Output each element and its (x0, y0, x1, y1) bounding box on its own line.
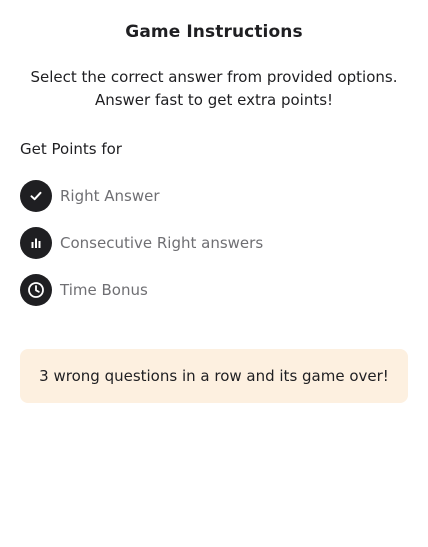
game-over-warning: 3 wrong questions in a row and its game … (20, 349, 408, 403)
intro-line-2: Answer fast to get extra points! (94, 91, 334, 109)
warning-text: 3 wrong questions in a row and its game … (39, 367, 389, 385)
points-list: Right Answer Consecutive Right answers T… (20, 180, 263, 321)
intro-line-1: Select the correct answer from provided … (30, 68, 398, 86)
points-heading: Get Points for (20, 140, 122, 158)
clock-icon (20, 274, 52, 306)
list-item-right-answer: Right Answer (20, 180, 263, 212)
game-instructions-screen: Game Instructions Select the correct ans… (0, 0, 428, 547)
list-item-label: Consecutive Right answers (60, 234, 264, 252)
checkmark-icon (20, 180, 52, 212)
page-title: Game Instructions (125, 22, 303, 42)
list-item-label: Time Bonus (60, 281, 148, 299)
list-item-consecutive-right-answers: Consecutive Right answers (20, 227, 263, 259)
bar-chart-icon (20, 227, 52, 259)
instructions-intro: Select the correct answer from provided … (0, 66, 428, 112)
list-item-time-bonus: Time Bonus (20, 274, 263, 306)
list-item-label: Right Answer (60, 187, 160, 205)
